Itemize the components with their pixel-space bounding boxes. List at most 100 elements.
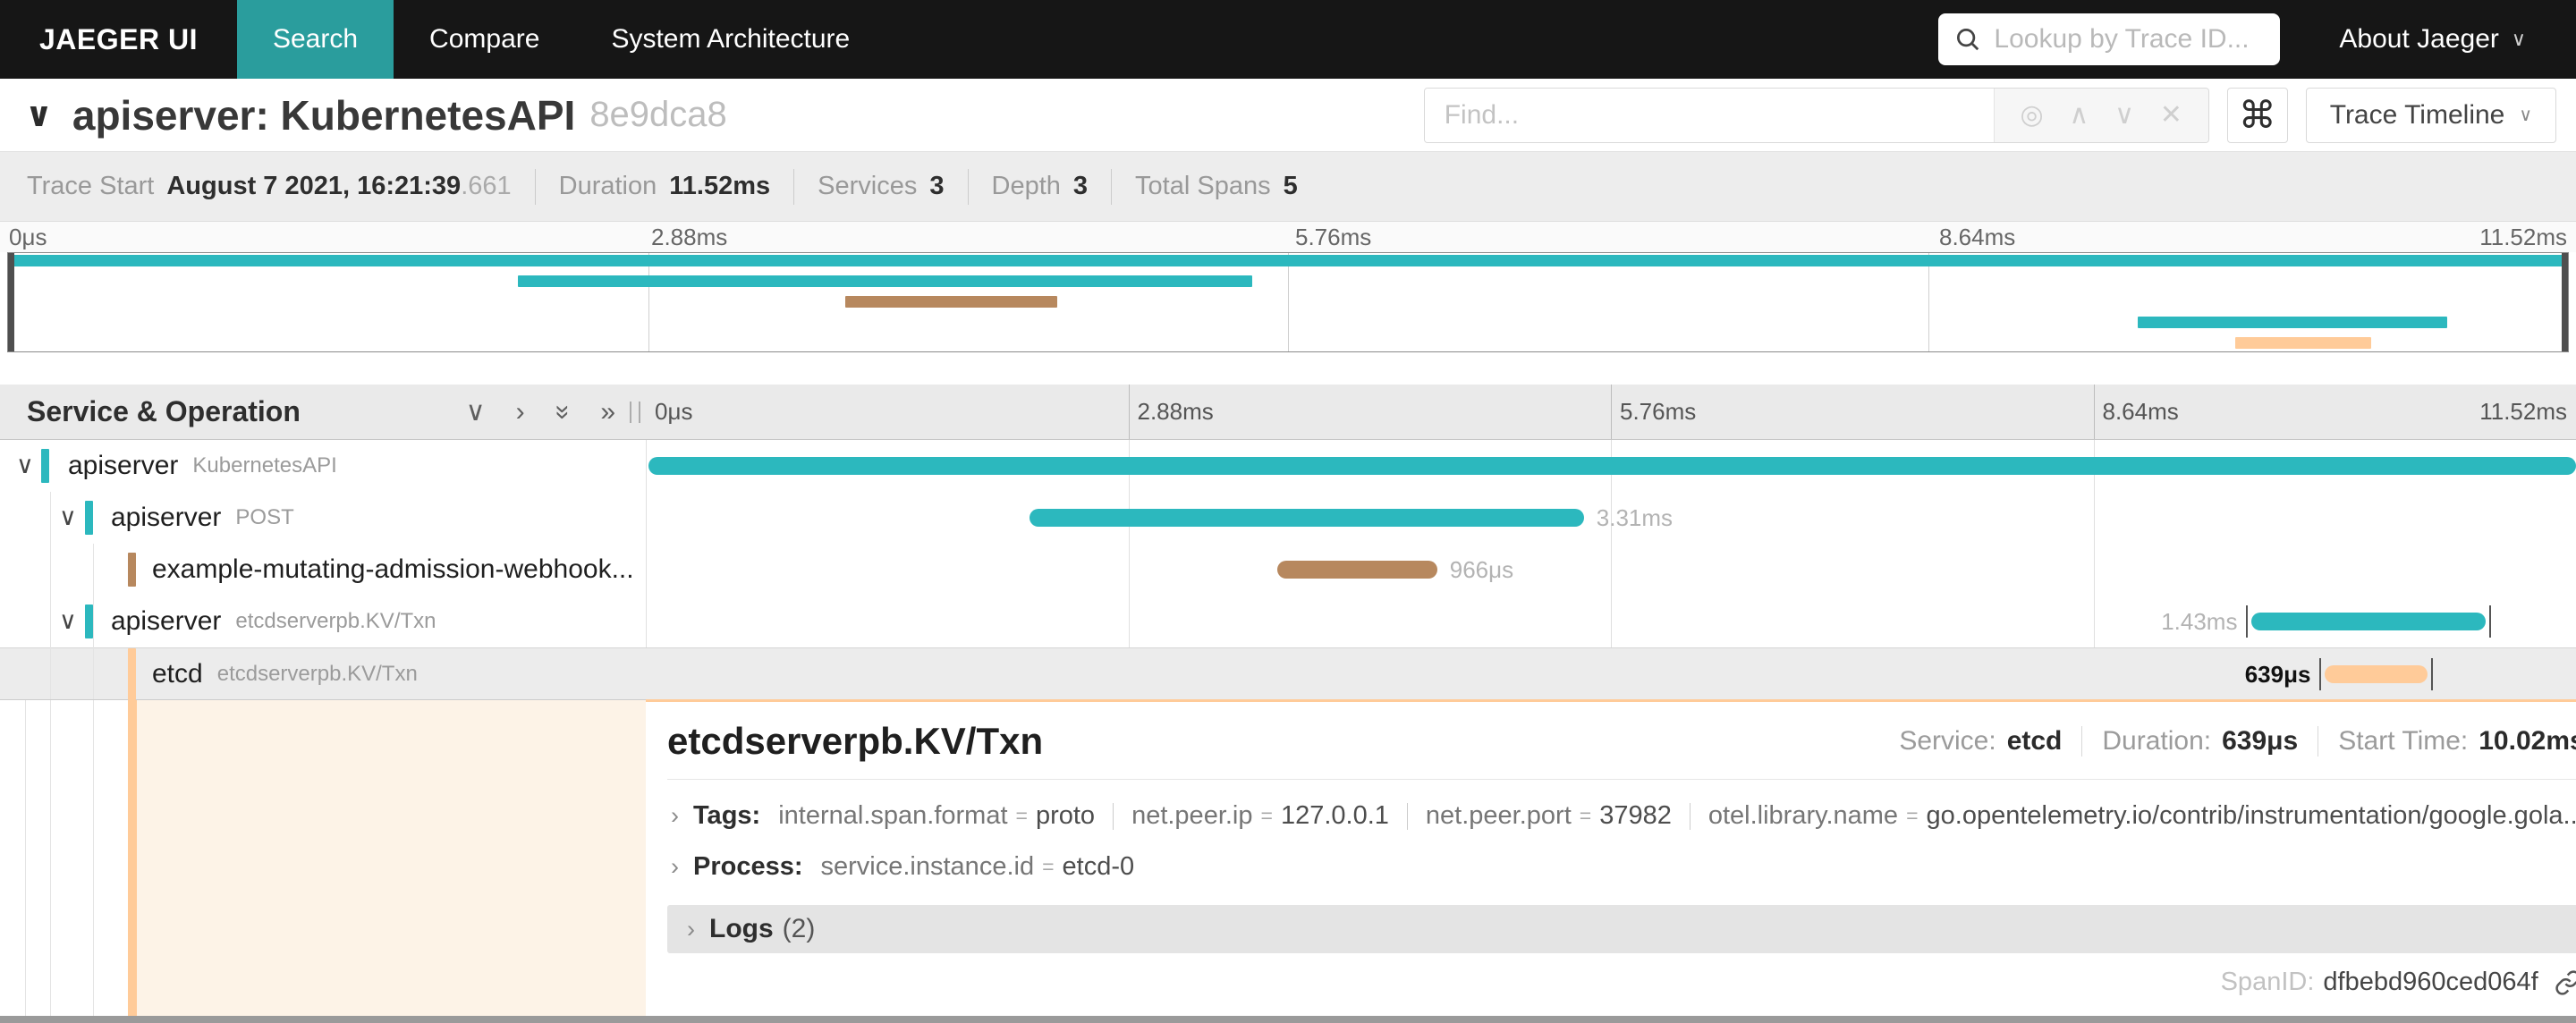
nav-items: Search Compare System Architecture bbox=[236, 0, 886, 79]
tags-label: Tags: bbox=[693, 801, 761, 830]
summary-item-value: 5 bbox=[1283, 172, 1298, 200]
prev-match-icon[interactable]: ∧ bbox=[2069, 99, 2089, 131]
span-row-track[interactable]: 1.43ms bbox=[646, 596, 2576, 647]
summary-item-label: Duration bbox=[558, 172, 657, 200]
span-service-name: example-mutating-admission-webhook... bbox=[152, 554, 634, 584]
kv-key: otel.library.name bbox=[1707, 801, 1899, 830]
process-row[interactable]: › Process: service.instance.id = etcd-0 bbox=[667, 852, 2576, 882]
next-match-icon[interactable]: ∨ bbox=[2114, 99, 2134, 131]
service-operation-title: Service & Operation bbox=[27, 395, 301, 427]
span-expander-chevron-icon[interactable]: ∨ bbox=[59, 503, 77, 531]
span-duration-bar[interactable] bbox=[1030, 509, 1584, 527]
column-resize-grip[interactable] bbox=[630, 402, 640, 423]
span-row-track[interactable]: 966μs bbox=[646, 544, 2576, 596]
logs-accordion[interactable]: › Logs (2) bbox=[667, 905, 2576, 953]
summary-item-value: 3 bbox=[929, 172, 945, 200]
span-row-track[interactable] bbox=[646, 440, 2576, 492]
bottom-scroll-strip[interactable] bbox=[0, 1016, 2576, 1023]
trace-view-selector[interactable]: Trace Timeline ∨ bbox=[2305, 87, 2556, 143]
minimap-gridline bbox=[1288, 253, 1289, 351]
kv-key: net.peer.port bbox=[1425, 801, 1572, 830]
logs-count: (2) bbox=[782, 914, 816, 943]
minimap-right-scrubber[interactable] bbox=[2562, 253, 2568, 351]
brand-logo[interactable]: JAEGER UI bbox=[0, 0, 237, 79]
minimap-left-scrubber[interactable] bbox=[8, 253, 14, 351]
span-row-name-cell[interactable]: ∨ apiserver etcdserverpb.KV/Txn bbox=[0, 596, 646, 647]
nav-item-compare[interactable]: Compare bbox=[394, 0, 575, 79]
span-duration-label: 1.43ms bbox=[2161, 608, 2238, 635]
span-row-track[interactable]: 3.31ms bbox=[646, 492, 2576, 544]
span-service-name: apiserver bbox=[68, 451, 179, 480]
trace-lookup-input[interactable] bbox=[1994, 24, 2265, 55]
about-jaeger-menu[interactable]: About Jaeger ∨ bbox=[2339, 24, 2526, 55]
trace-header-actions: ◎ ∧ ∨ ✕ ⌘ Trace Timeline ∨ bbox=[1423, 87, 2556, 143]
tags-row[interactable]: › Tags: internal.span.format = proto net.pe… bbox=[667, 801, 2576, 831]
span-duration-label: 3.31ms bbox=[1596, 504, 1674, 531]
nav-item-search[interactable]: Search bbox=[236, 0, 394, 79]
span-row[interactable]: etcd etcdserverpb.KV/Txn 639μs bbox=[0, 647, 2576, 700]
chevron-right-icon: › bbox=[671, 802, 679, 829]
summary-item: Duration 11.52ms bbox=[559, 172, 771, 201]
span-color-strip bbox=[85, 501, 93, 535]
summary-divider bbox=[534, 168, 536, 205]
span-color-strip bbox=[128, 648, 136, 700]
span-duration-bar[interactable] bbox=[2251, 613, 2486, 630]
kv-divider bbox=[1406, 802, 1408, 830]
span-row[interactable]: example-mutating-admission-webhook... 966… bbox=[0, 544, 2576, 596]
timeline-tick-label: 2.88ms bbox=[1137, 398, 1214, 425]
collapse-all-icon[interactable]: » bbox=[548, 404, 578, 419]
minimap-span-bar bbox=[517, 275, 1252, 287]
tick-gridline bbox=[2093, 385, 2095, 439]
selected-span-accent-fill bbox=[137, 700, 646, 1016]
chevron-down-icon: ∨ bbox=[2519, 106, 2532, 125]
collapse-trace-chevron-icon[interactable]: ∨ bbox=[25, 95, 53, 135]
span-expander-chevron-icon[interactable]: ∨ bbox=[59, 607, 77, 635]
timeline-minimap[interactable] bbox=[7, 252, 2569, 352]
summary-item: Depth 3 bbox=[992, 172, 1089, 201]
minimap-tick-label: 0μs bbox=[9, 224, 47, 250]
nav-item-system-architecture[interactable]: System Architecture bbox=[575, 0, 886, 79]
trace-header: ∨ apiserver: KubernetesAPI 8e9dca8 ◎ ∧ ∨… bbox=[0, 79, 2576, 152]
span-row-name-cell[interactable]: example-mutating-admission-webhook... bbox=[0, 544, 646, 596]
span-id-row: SpanID: dfbebd960ced064f bbox=[667, 968, 2576, 997]
collapse-one-icon[interactable]: ∨ bbox=[466, 398, 486, 426]
find-group: ◎ ∧ ∨ ✕ bbox=[1423, 87, 2209, 143]
summary-item-label: Trace Start bbox=[27, 172, 155, 200]
timeline-tick-label: 8.64ms bbox=[2102, 398, 2179, 425]
span-duration-bar[interactable] bbox=[2325, 665, 2428, 683]
summary-item-value: 3 bbox=[1072, 172, 1089, 200]
keyboard-shortcuts-button[interactable]: ⌘ bbox=[2226, 87, 2288, 143]
span-row[interactable]: ∨ apiserver POST 3.31ms bbox=[0, 492, 2576, 544]
meta-value: etcd bbox=[2006, 726, 2063, 756]
clear-find-icon[interactable]: ✕ bbox=[2160, 99, 2182, 131]
tick-gridline bbox=[1611, 385, 1612, 439]
chevron-down-icon: ∨ bbox=[2511, 28, 2526, 50]
span-row[interactable]: ∨ apiserver etcdserverpb.KV/Txn 1.43ms bbox=[0, 596, 2576, 647]
span-duration-bar[interactable] bbox=[648, 457, 2576, 475]
kv-value: 37982 bbox=[1599, 801, 1672, 830]
span-duration-label: 966μs bbox=[1449, 556, 1514, 583]
summary-item: Services 3 bbox=[818, 172, 944, 201]
find-input[interactable] bbox=[1424, 88, 1994, 142]
span-row-name-cell[interactable]: etcd etcdserverpb.KV/Txn bbox=[0, 648, 646, 700]
span-bar-start-tick bbox=[2246, 605, 2249, 638]
span-expander-chevron-icon[interactable]: ∨ bbox=[16, 452, 34, 479]
timeline-tick-header: 0μs 2.88ms 5.76ms 8.64ms 11.52ms bbox=[646, 385, 2576, 439]
span-row-name-cell[interactable]: ∨ apiserver KubernetesAPI bbox=[0, 440, 646, 492]
deep-link-icon[interactable] bbox=[2555, 969, 2576, 996]
span-row-track[interactable]: 639μs bbox=[646, 648, 2576, 699]
span-operation-name: KubernetesAPI bbox=[192, 453, 337, 478]
summary-divider bbox=[967, 168, 969, 205]
span-color-strip bbox=[85, 604, 93, 638]
span-duration-bar[interactable] bbox=[1276, 561, 1437, 579]
trace-lookup-box[interactable] bbox=[1938, 13, 2281, 65]
span-row[interactable]: ∨ apiserver KubernetesAPI bbox=[0, 440, 2576, 492]
expand-all-icon[interactable]: » bbox=[600, 398, 615, 426]
focus-match-icon[interactable]: ◎ bbox=[2020, 99, 2043, 131]
chevron-right-icon: › bbox=[687, 915, 695, 943]
expand-one-icon[interactable]: › bbox=[516, 398, 525, 426]
minimap-gap bbox=[0, 352, 2576, 385]
selected-span-color-strip bbox=[128, 700, 137, 1016]
span-row-name-cell[interactable]: ∨ apiserver POST bbox=[0, 492, 646, 544]
